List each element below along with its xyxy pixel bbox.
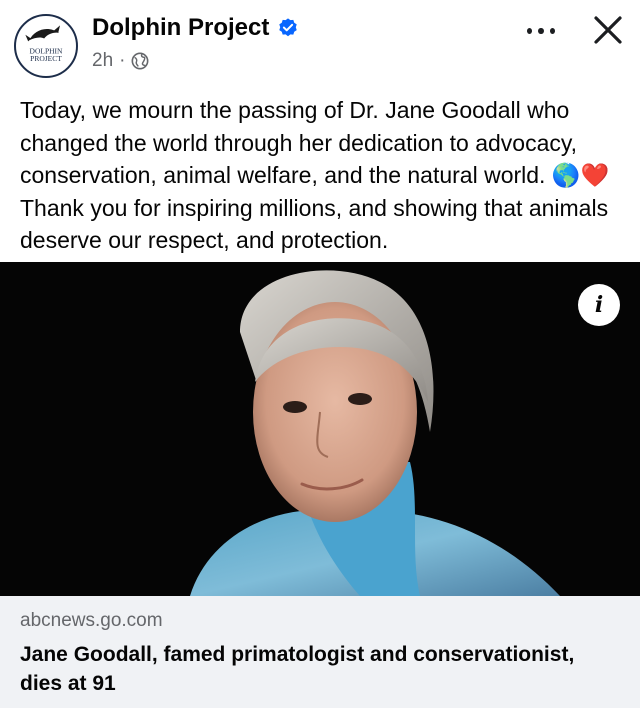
link-title[interactable]: Jane Goodall, famed primatologist and co… [20,640,620,698]
info-button[interactable]: i [578,284,620,326]
page-name[interactable]: Dolphin Project [92,14,299,42]
page-name-label[interactable]: Dolphin Project [92,14,269,42]
more-horizontal-icon [527,28,533,34]
more-dot [538,28,544,34]
link-preview-card[interactable]: abcnews.go.com Jane Goodall, famed prima… [0,596,640,708]
close-icon[interactable] [586,8,630,52]
post-time[interactable]: 2h [92,50,113,72]
post-header: DOLPHIN PROJECT Dolphin Project 2h · [0,0,640,86]
page-avatar[interactable]: DOLPHIN PROJECT [14,14,78,78]
dolphin-project-logo: DOLPHIN PROJECT [16,16,76,76]
svg-text:PROJECT: PROJECT [30,54,62,63]
link-domain: abcnews.go.com [20,610,163,631]
more-options-button[interactable] [524,16,558,46]
meta-separator: · [119,50,126,71]
more-dot [549,28,555,34]
verified-badge-icon [279,18,298,37]
globe-icon [132,52,149,70]
post-text: Today, we mourn the passing of Dr. Jane … [20,97,610,253]
post-meta: 2h · [92,50,149,72]
post-photo[interactable] [0,262,640,596]
portrait-image [0,262,640,596]
